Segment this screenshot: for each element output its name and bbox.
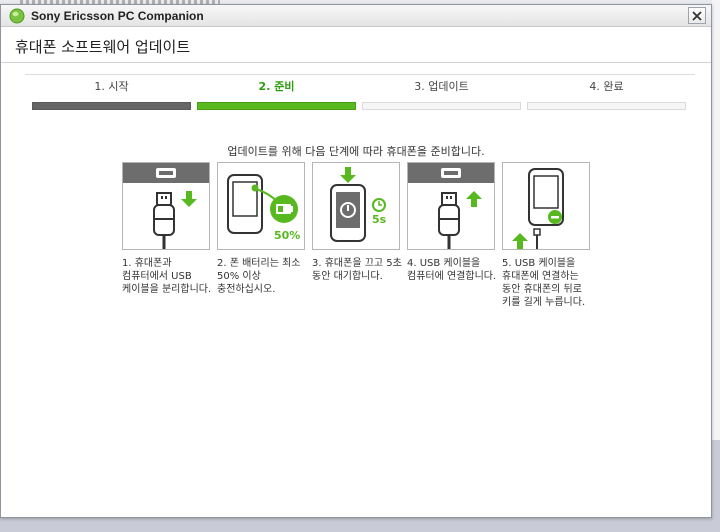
step-start: 1. 시작 — [32, 79, 191, 111]
instruction-caption-4: 4. USB 케이블을 컴퓨터에 연결합니다. — [407, 258, 497, 282]
title-bar[interactable]: Sony Ericsson PC Companion — [1, 5, 711, 27]
steps-divider — [25, 74, 695, 75]
page-title: 휴대폰 소프트웨어 업데이트 — [15, 38, 191, 56]
instruction-text: 업데이트를 위해 다음 단계에 따라 휴대폰을 준비합니다. — [227, 145, 485, 158]
step-progress-bar — [362, 102, 521, 110]
instruction-caption-3: 3. 휴대폰을 끄고 5초 동안 대기합니다. — [312, 258, 402, 282]
usb-unplug-icon — [123, 163, 209, 249]
instruction-caption-5: 5. USB 케이블을 휴대폰에 연결하는 동안 휴대폰의 뒤로 키를 길게 누… — [502, 258, 586, 308]
instruction-card-2: 50% — [217, 162, 305, 250]
instruction-card-4 — [407, 162, 495, 250]
phone-power-off-icon: 5s — [330, 167, 387, 242]
step-progress-bar — [197, 102, 356, 110]
step-complete: 4. 완료 — [527, 79, 686, 111]
usb-plug-in-icon — [408, 163, 494, 249]
dialog-window: Sony Ericsson PC Companion 휴대폰 소프트웨어 업데이… — [0, 4, 712, 518]
step-prepare: 2. 준비 — [197, 79, 356, 111]
instruction-card-3: 5s — [312, 162, 400, 250]
step-update: 3. 업데이트 — [362, 79, 521, 111]
instruction-caption-1: 1. 휴대폰과 컴퓨터에서 USB 케이블을 분리합니다. — [122, 258, 212, 295]
step-label: 1. 시작 — [94, 80, 129, 93]
background-window-edge — [712, 0, 720, 440]
sony-ericsson-logo-icon — [9, 8, 25, 24]
battery-charge-icon: 50% — [227, 174, 300, 242]
instruction-caption-2: 2. 폰 배터리는 최소 50% 이상 충전하십시오. — [217, 258, 301, 295]
step-progress-bar — [32, 102, 191, 110]
title-divider — [1, 62, 711, 63]
phone-back-key-icon — [512, 168, 564, 249]
step-progress-bar — [527, 102, 686, 110]
instruction-card-1 — [122, 162, 210, 250]
battery-badge: 50% — [274, 229, 300, 242]
window-title: Sony Ericsson PC Companion — [31, 9, 204, 23]
step-label: 3. 업데이트 — [414, 80, 469, 93]
instruction-card-5 — [502, 162, 590, 250]
close-button[interactable] — [688, 7, 706, 24]
step-label: 4. 완료 — [589, 80, 624, 93]
step-label: 2. 준비 — [258, 80, 295, 93]
wait-badge: 5s — [372, 213, 387, 226]
close-icon — [692, 10, 702, 21]
